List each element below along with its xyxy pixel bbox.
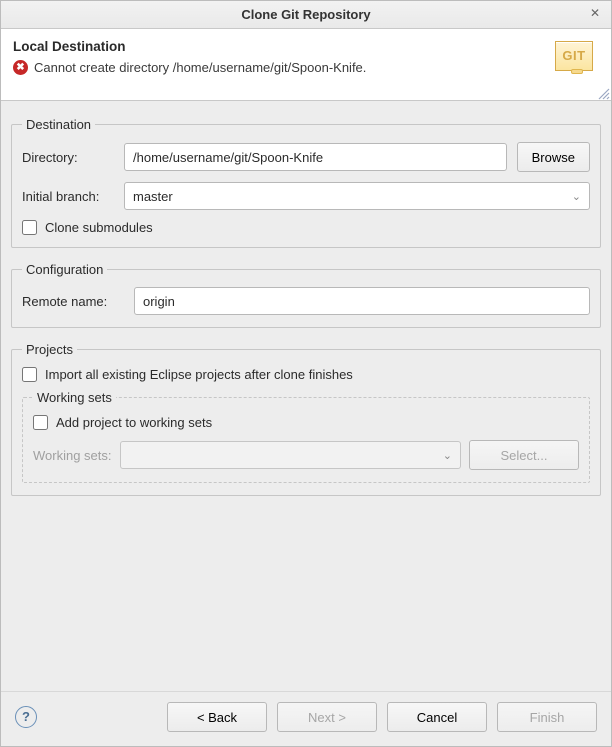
import-projects-checkbox[interactable]: [22, 367, 37, 382]
directory-label: Directory:: [22, 150, 114, 165]
working-sets-label: Working sets:: [33, 448, 112, 463]
configuration-group: Configuration Remote name:: [11, 262, 601, 328]
banner-error-message: Cannot create directory /home/username/g…: [34, 60, 366, 75]
add-to-working-sets-label: Add project to working sets: [56, 415, 212, 430]
initial-branch-select[interactable]: master ⌄: [124, 182, 590, 210]
projects-group: Projects Import all existing Eclipse pro…: [11, 342, 601, 496]
destination-group: Destination Directory: Browse Initial br…: [11, 117, 601, 248]
chevron-down-icon: ⌄: [572, 190, 581, 203]
git-logo-text: GIT: [555, 41, 593, 71]
destination-legend: Destination: [22, 117, 95, 132]
window-title: Clone Git Repository: [241, 7, 370, 22]
remote-name-label: Remote name:: [22, 294, 124, 309]
error-icon: ✖: [13, 60, 28, 75]
back-button[interactable]: < Back: [167, 702, 267, 732]
initial-branch-label: Initial branch:: [22, 189, 114, 204]
remote-name-input[interactable]: [134, 287, 590, 315]
import-projects-label: Import all existing Eclipse projects aft…: [45, 367, 353, 382]
working-sets-legend: Working sets: [33, 390, 116, 405]
help-button[interactable]: ?: [15, 706, 37, 728]
close-icon[interactable]: ✕: [587, 6, 603, 22]
chevron-down-icon: ⌄: [443, 449, 452, 462]
resize-grip-icon: [593, 83, 611, 101]
browse-button[interactable]: Browse: [517, 142, 590, 172]
initial-branch-value: master: [133, 189, 173, 204]
clone-submodules-label: Clone submodules: [45, 220, 153, 235]
directory-input[interactable]: [124, 143, 507, 171]
next-button: Next >: [277, 702, 377, 732]
projects-legend: Projects: [22, 342, 77, 357]
cancel-button[interactable]: Cancel: [387, 702, 487, 732]
banner-heading: Local Destination: [13, 39, 599, 54]
working-sets-select: ⌄: [120, 441, 461, 469]
clone-submodules-checkbox[interactable]: [22, 220, 37, 235]
git-logo: GIT: [555, 41, 601, 87]
working-sets-group: Working sets Add project to working sets…: [22, 390, 590, 483]
add-to-working-sets-checkbox[interactable]: [33, 415, 48, 430]
working-sets-select-button: Select...: [469, 440, 579, 470]
finish-button: Finish: [497, 702, 597, 732]
configuration-legend: Configuration: [22, 262, 107, 277]
